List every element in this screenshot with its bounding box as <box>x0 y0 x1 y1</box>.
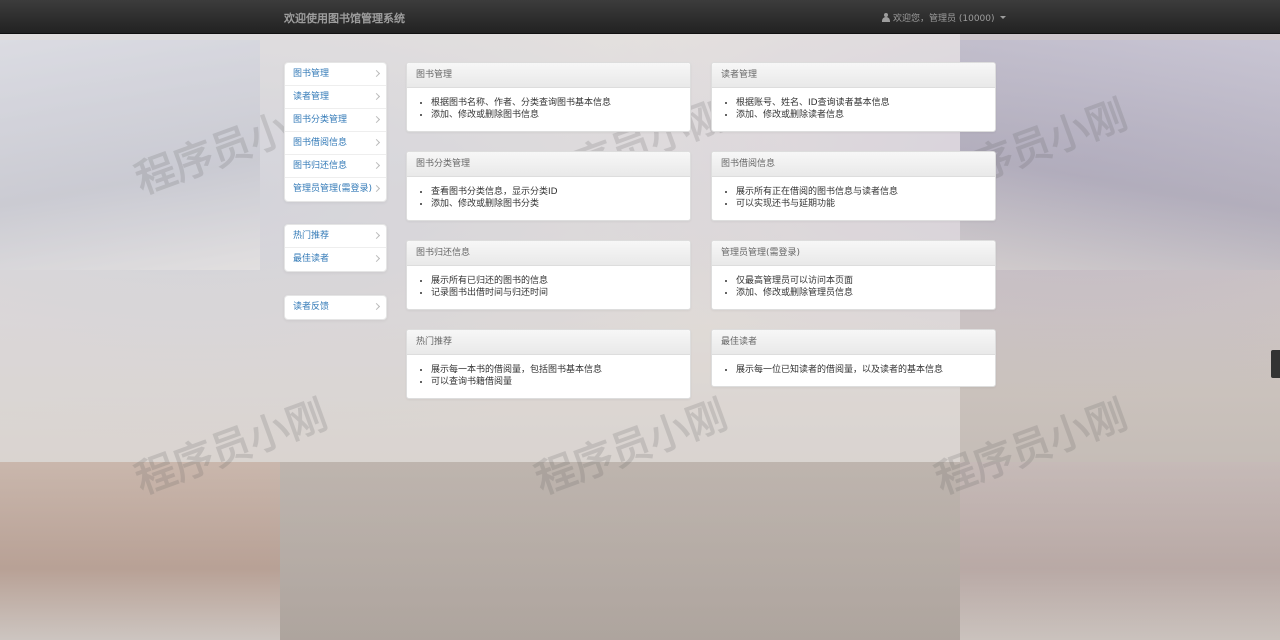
chevron-right-icon <box>372 254 381 263</box>
chevron-right-icon <box>372 161 381 170</box>
chevron-right-icon <box>372 69 381 78</box>
panel-list: 展示每一位已知读者的借阅量，以及读者的基本信息 <box>712 355 995 386</box>
panel-reader-management: 读者管理 根据账号、姓名、ID查询读者基本信息 添加、修改或删除读者信息 <box>711 62 996 132</box>
panel-title: 图书分类管理 <box>407 152 690 177</box>
sidebar-item-reader-management[interactable]: 读者管理 <box>285 86 386 109</box>
panel-list-item: 可以查询书籍借阅量 <box>431 376 690 388</box>
panel-list-item: 添加、修改或删除图书分类 <box>431 198 690 210</box>
panel-hot-recommend: 热门推荐 展示每一本书的借阅量，包括图书基本信息 可以查询书籍借阅量 <box>406 329 691 399</box>
chevron-right-icon <box>372 302 381 311</box>
sidebar-item-label: 图书归还信息 <box>293 161 348 171</box>
user-dropdown[interactable]: 欢迎您，管理员 (10000) <box>882 11 1006 24</box>
panel-title: 热门推荐 <box>407 330 690 355</box>
chevron-right-icon <box>372 138 381 147</box>
panel-list: 展示每一本书的借阅量，包括图书基本信息 可以查询书籍借阅量 <box>407 355 690 398</box>
panel-list: 仅最高管理员可以访问本页面 添加、修改或删除管理员信息 <box>712 266 995 309</box>
background-photo <box>960 462 1280 640</box>
panel-list-item: 添加、修改或删除管理员信息 <box>736 287 995 299</box>
background-photo <box>280 462 960 640</box>
panel-list-item: 根据图书名称、作者、分类查询图书基本信息 <box>431 97 690 109</box>
sidebar-item-label: 管理员管理(需登录) <box>293 184 373 194</box>
panel-list: 查看图书分类信息，显示分类ID 添加、修改或删除图书分类 <box>407 177 690 220</box>
panel-list-item: 展示每一本书的借阅量，包括图书基本信息 <box>431 364 690 376</box>
background-photo <box>960 40 1280 270</box>
panel-category-management: 图书分类管理 查看图书分类信息，显示分类ID 添加、修改或删除图书分类 <box>406 151 691 221</box>
panel-borrow-info: 图书借阅信息 展示所有正在借阅的图书信息与读者信息 可以实现还书与延期功能 <box>711 151 996 221</box>
panel-list: 根据图书名称、作者、分类查询图书基本信息 添加、修改或删除图书信息 <box>407 88 690 131</box>
panel-list-item: 添加、修改或删除图书信息 <box>431 109 690 121</box>
sidebar-item-admin-management[interactable]: 管理员管理(需登录) <box>285 178 386 201</box>
chevron-right-icon <box>372 92 381 101</box>
sidebar-item-book-management[interactable]: 图书管理 <box>285 63 386 86</box>
panel-list-item: 添加、修改或删除读者信息 <box>736 109 995 121</box>
sidebar-item-reader-feedback[interactable]: 读者反馈 <box>285 296 386 319</box>
sidebar-item-label: 最佳读者 <box>293 254 330 264</box>
panel-list-item: 展示所有正在借阅的图书信息与读者信息 <box>736 186 995 198</box>
brand-title[interactable]: 欢迎使用图书馆管理系统 <box>284 10 405 26</box>
panel-title: 图书归还信息 <box>407 241 690 266</box>
sidebar-nav-stats: 热门推荐 最佳读者 <box>284 224 387 272</box>
sidebar-item-label: 图书管理 <box>293 69 330 79</box>
panel-list-item: 展示所有已归还的图书的信息 <box>431 275 690 287</box>
sidebar-item-best-readers[interactable]: 最佳读者 <box>285 248 386 271</box>
panel-book-management: 图书管理 根据图书名称、作者、分类查询图书基本信息 添加、修改或删除图书信息 <box>406 62 691 132</box>
panel-list-item: 仅最高管理员可以访问本页面 <box>736 275 995 287</box>
panel-list-item: 查看图书分类信息，显示分类ID <box>431 186 690 198</box>
sidebar-item-return-info[interactable]: 图书归还信息 <box>285 155 386 178</box>
panel-admin-management: 管理员管理(需登录) 仅最高管理员可以访问本页面 添加、修改或删除管理员信息 <box>711 240 996 310</box>
panel-list: 展示所有已归还的图书的信息 记录图书出借时间与归还时间 <box>407 266 690 309</box>
chevron-right-icon <box>372 184 381 193</box>
panel-title: 管理员管理(需登录) <box>712 241 995 266</box>
background-photo <box>0 462 280 640</box>
panel-return-info: 图书归还信息 展示所有已归还的图书的信息 记录图书出借时间与归还时间 <box>406 240 691 310</box>
sidebar-item-category-management[interactable]: 图书分类管理 <box>285 109 386 132</box>
panel-title: 最佳读者 <box>712 330 995 355</box>
sidebar-item-borrow-info[interactable]: 图书借阅信息 <box>285 132 386 155</box>
sidebar-item-hot-recommend[interactable]: 热门推荐 <box>285 225 386 248</box>
sidebar-nav-main: 图书管理 读者管理 图书分类管理 图书借阅信息 图书归还信息 管理员管理(需登录… <box>284 62 387 202</box>
sidebar-item-label: 读者反馈 <box>293 302 330 312</box>
panel-title: 读者管理 <box>712 63 995 88</box>
side-toolbar-tab[interactable] <box>1271 350 1280 378</box>
panel-title: 图书借阅信息 <box>712 152 995 177</box>
caret-down-icon <box>999 16 1006 19</box>
sidebar-item-label: 图书分类管理 <box>293 115 348 125</box>
sidebar-item-label: 图书借阅信息 <box>293 138 348 148</box>
panel-list-item: 记录图书出借时间与归还时间 <box>431 287 690 299</box>
panel-list: 根据账号、姓名、ID查询读者基本信息 添加、修改或删除读者信息 <box>712 88 995 131</box>
chevron-right-icon <box>372 115 381 124</box>
panel-title: 图书管理 <box>407 63 690 88</box>
user-icon <box>882 13 890 22</box>
panel-list: 展示所有正在借阅的图书信息与读者信息 可以实现还书与延期功能 <box>712 177 995 220</box>
sidebar-item-label: 读者管理 <box>293 92 330 102</box>
sidebar-nav-feedback: 读者反馈 <box>284 295 387 320</box>
panel-list-item: 可以实现还书与延期功能 <box>736 198 995 210</box>
panel-list-item: 根据账号、姓名、ID查询读者基本信息 <box>736 97 995 109</box>
sidebar-item-label: 热门推荐 <box>293 231 330 241</box>
top-navbar: 欢迎使用图书馆管理系统 欢迎您，管理员 (10000) <box>0 0 1280 34</box>
user-label: 欢迎您，管理员 (10000) <box>893 14 995 24</box>
panel-list-item: 展示每一位已知读者的借阅量，以及读者的基本信息 <box>736 364 995 376</box>
panel-best-readers: 最佳读者 展示每一位已知读者的借阅量，以及读者的基本信息 <box>711 329 996 387</box>
chevron-right-icon <box>372 231 381 240</box>
